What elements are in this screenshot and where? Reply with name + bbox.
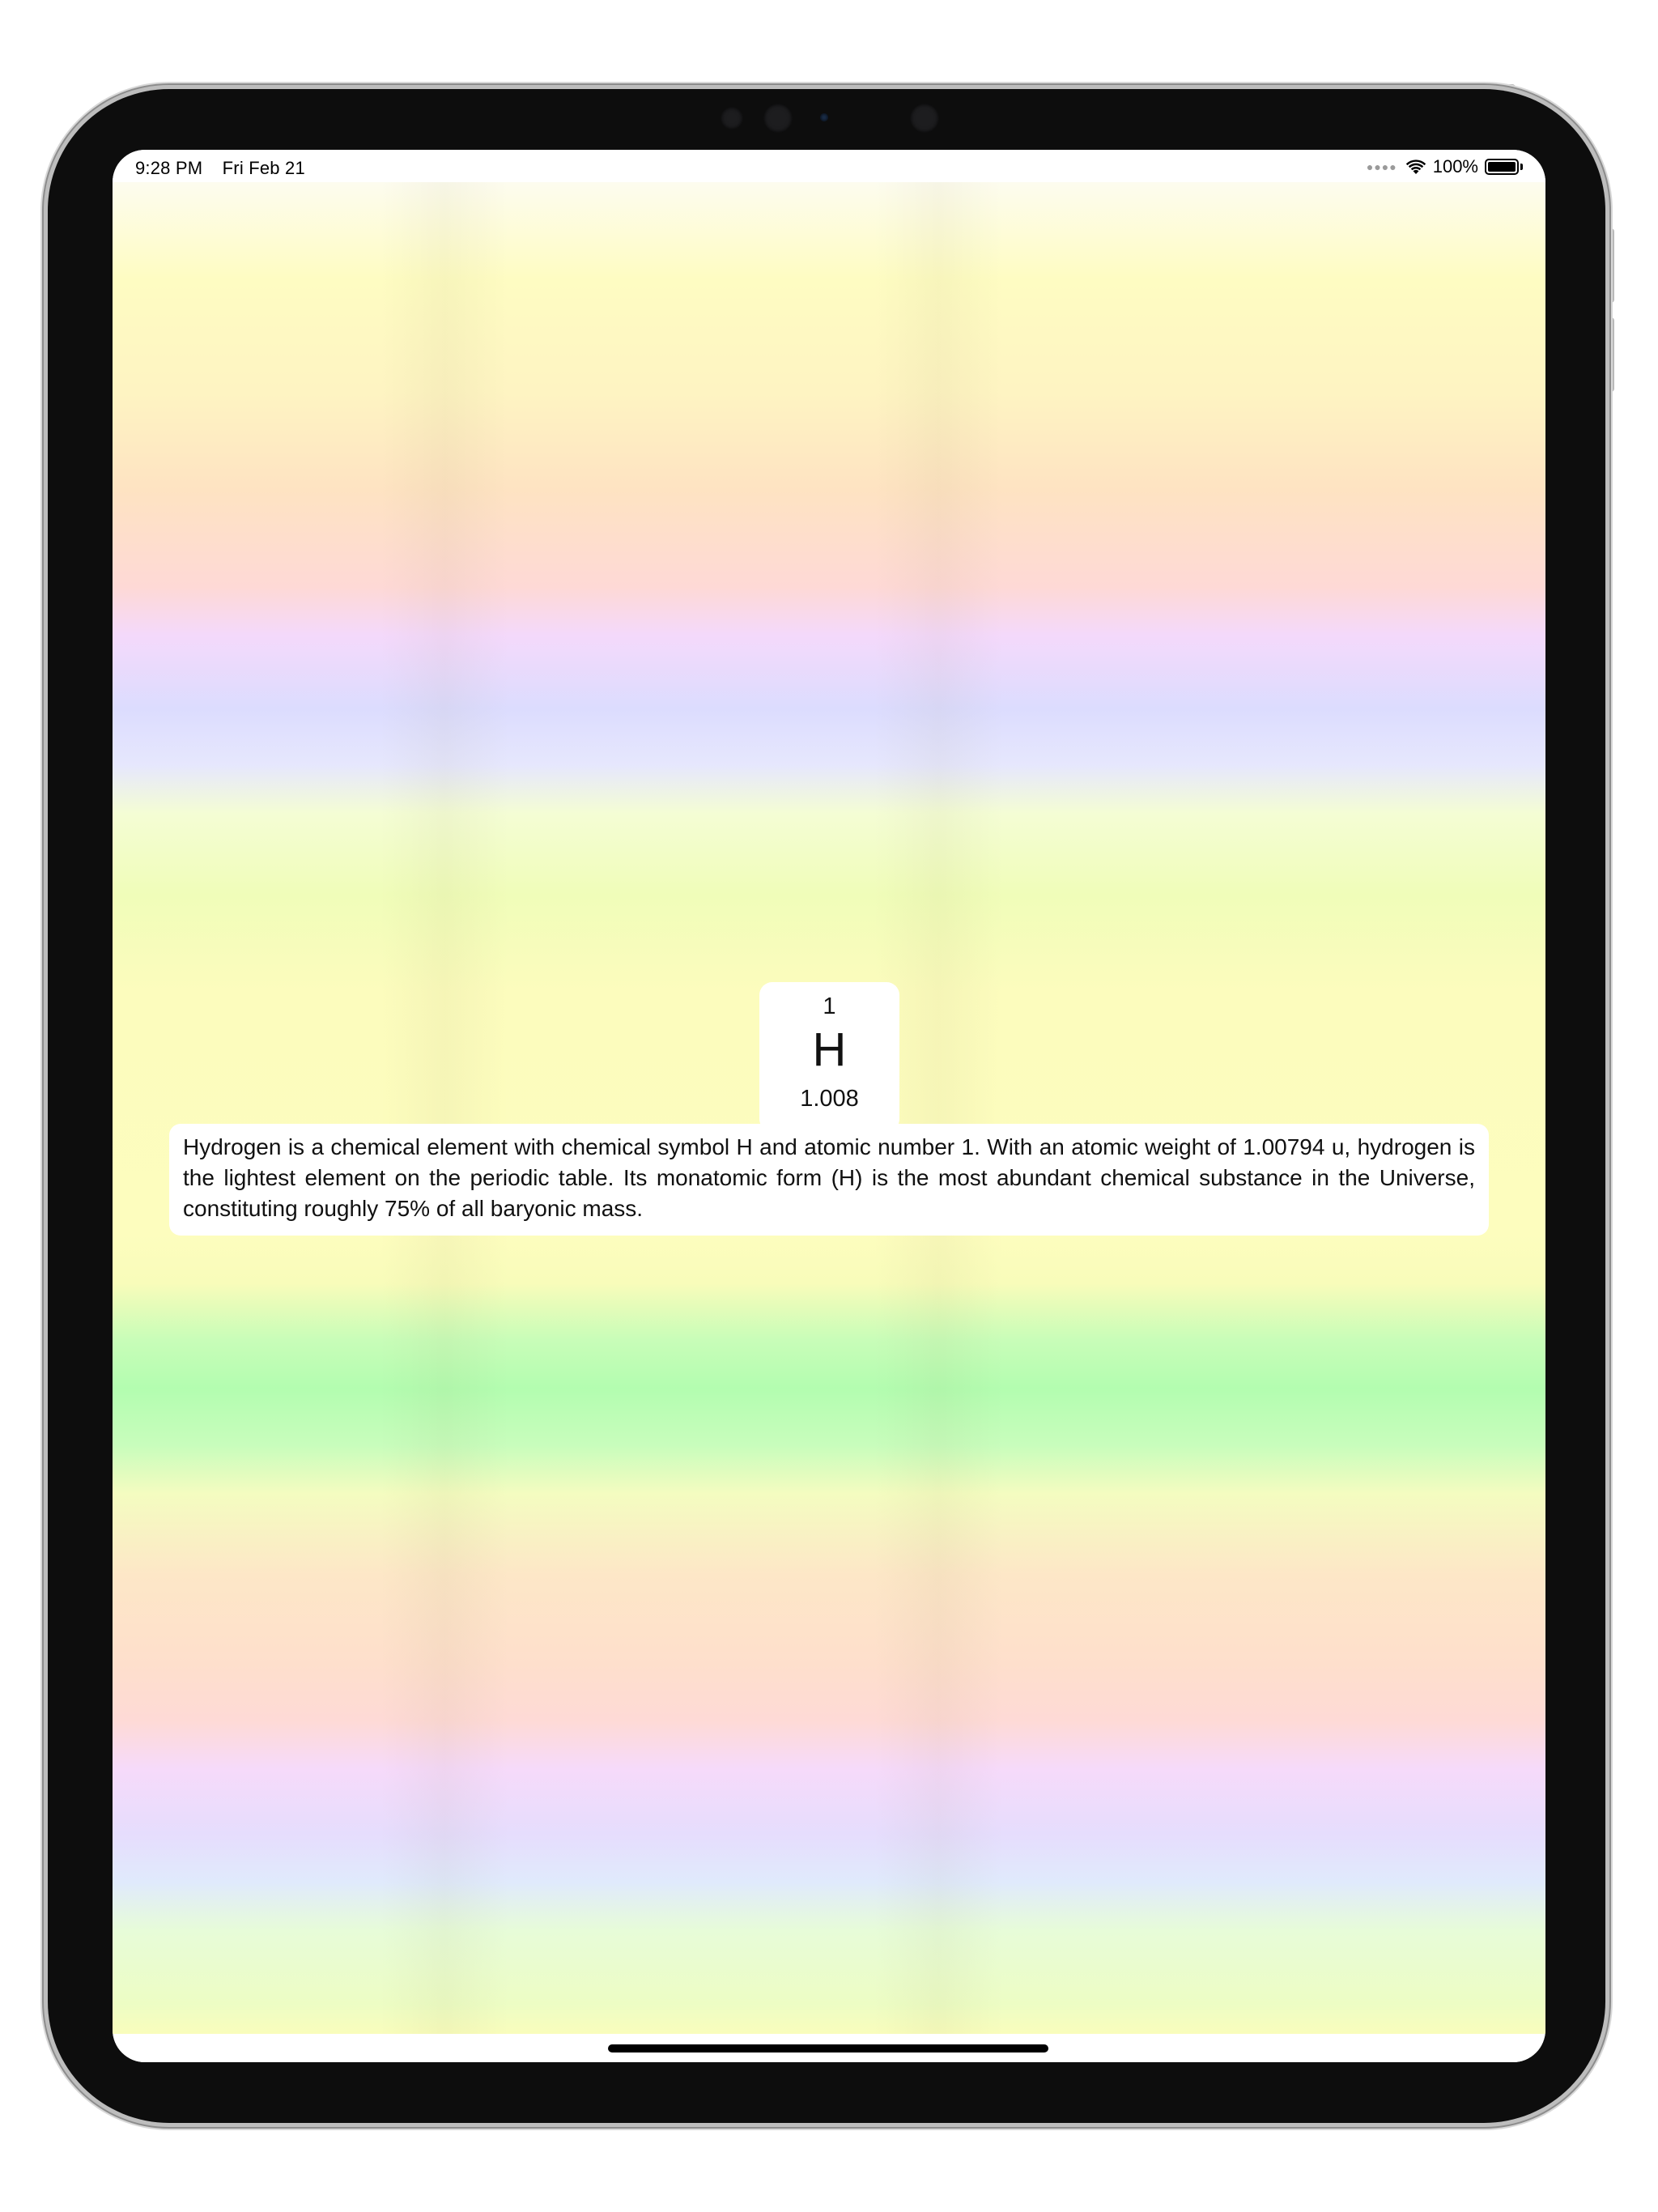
- battery-level-fill: [1488, 162, 1516, 172]
- screen: 9:28 PM Fri Feb 21 ●●●● 100% 1 H 1.008 H…: [113, 150, 1545, 2062]
- indicator-icon: [820, 113, 828, 121]
- battery-cap: [1520, 164, 1523, 170]
- battery-percent: 100%: [1432, 156, 1478, 177]
- wifi-icon: [1405, 160, 1426, 174]
- sensor-icon: [721, 107, 743, 130]
- status-time: 9:28 PM: [135, 158, 203, 178]
- camera-housing: [712, 104, 955, 136]
- background-column: [380, 182, 509, 2034]
- element-description-card: Hydrogen is a chemical element with chem…: [169, 1124, 1489, 1236]
- status-left: 9:28 PM Fri Feb 21: [135, 158, 320, 179]
- status-bar: 9:28 PM Fri Feb 21 ●●●● 100%: [113, 150, 1545, 182]
- atomic-mass: 1.008: [800, 1086, 859, 1112]
- element-description: Hydrogen is a chemical element with chem…: [183, 1134, 1475, 1221]
- face-id-sensor-icon: [910, 104, 939, 133]
- atomic-number: 1: [823, 993, 836, 1019]
- front-camera-icon: [763, 104, 793, 133]
- battery-icon: [1485, 159, 1519, 175]
- element-symbol: H: [812, 1023, 847, 1076]
- home-indicator[interactable]: [608, 2044, 1048, 2052]
- status-right: ●●●● 100%: [1367, 156, 1523, 177]
- status-date: Fri Feb 21: [222, 158, 305, 178]
- volume-down-button: [1608, 317, 1614, 392]
- signal-dots-icon: ●●●●: [1366, 160, 1397, 173]
- element-tile[interactable]: 1 H 1.008: [759, 982, 899, 1132]
- volume-up-button: [1608, 228, 1614, 303]
